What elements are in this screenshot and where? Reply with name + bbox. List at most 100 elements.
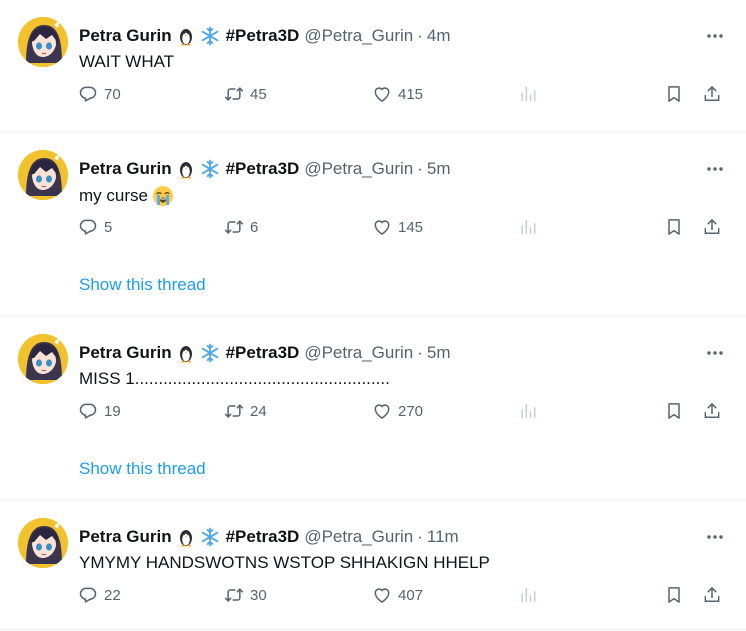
bookmark-icon (664, 585, 684, 605)
reply-count: 70 (104, 85, 121, 103)
loudly-crying-face-icon (152, 185, 174, 207)
views-button[interactable] (518, 82, 538, 106)
penguin-icon (176, 26, 196, 46)
share-icon (702, 401, 722, 421)
display-name[interactable]: Petra Gurin (79, 26, 172, 46)
tweet-text: my curse (79, 185, 174, 207)
show-thread-link[interactable]: Show this thread (79, 459, 206, 479)
tweet-text-content: YMYMY HANDSWOTNS WSTOP SHHAKIGN HHELP (79, 553, 490, 572)
reply-count: 22 (104, 586, 121, 604)
retweet-button[interactable]: 24 (224, 399, 267, 423)
like-icon (372, 401, 392, 421)
like-icon (372, 84, 392, 104)
views-icon (518, 401, 538, 421)
reply-count: 5 (104, 218, 113, 236)
tweet[interactable]: Petra Gurin #Petra3D @Petra_Gurin · 5m m… (0, 133, 746, 317)
like-button[interactable]: 270 (372, 399, 423, 423)
penguin-icon (176, 527, 196, 547)
more-icon[interactable] (702, 341, 728, 365)
user-handle[interactable]: @Petra_Gurin (304, 527, 413, 547)
separator: · (417, 527, 423, 546)
tweet[interactable]: Petra Gurin #Petra3D @Petra_Gurin · 11m … (0, 501, 746, 630)
display-name[interactable]: Petra Gurin (79, 159, 172, 179)
separator: · (417, 159, 423, 178)
like-button[interactable]: 415 (372, 82, 423, 106)
separator: · (417, 343, 423, 362)
retweet-icon (224, 585, 244, 605)
timestamp[interactable]: 4m (427, 26, 451, 46)
user-handle[interactable]: @Petra_Gurin (304, 343, 413, 363)
like-icon (372, 217, 392, 237)
retweet-button[interactable]: 30 (224, 583, 267, 607)
reply-icon (78, 585, 98, 605)
share-button[interactable] (702, 82, 722, 106)
display-name[interactable]: Petra Gurin (79, 527, 172, 547)
tweet-text: MISS 1..................................… (79, 369, 390, 389)
views-button[interactable] (518, 215, 538, 239)
snowflake-icon (200, 26, 220, 46)
tweet[interactable]: Petra Gurin #Petra3D @Petra_Gurin · 5m M… (0, 317, 746, 501)
like-count: 415 (398, 85, 424, 103)
user-handle[interactable]: @Petra_Gurin (304, 26, 413, 46)
display-name[interactable]: Petra Gurin (79, 343, 172, 363)
views-icon (518, 84, 538, 104)
views-button[interactable] (518, 583, 538, 607)
more-icon[interactable] (702, 157, 728, 181)
separator: · (417, 26, 423, 45)
retweet-count: 30 (250, 586, 267, 604)
reply-button[interactable]: 70 (78, 82, 121, 106)
bookmark-button[interactable] (664, 215, 684, 239)
views-icon (518, 217, 538, 237)
timestamp[interactable]: 5m (427, 159, 451, 179)
share-icon (702, 84, 722, 104)
like-count: 407 (398, 586, 424, 604)
penguin-icon (176, 159, 196, 179)
retweet-button[interactable]: 45 (224, 82, 267, 106)
timestamp[interactable]: 5m (427, 343, 451, 363)
share-icon (702, 585, 722, 605)
more-icon[interactable] (702, 525, 728, 549)
views-button[interactable] (518, 399, 538, 423)
avatar[interactable] (18, 17, 68, 67)
like-button[interactable]: 407 (372, 583, 423, 607)
reply-icon (78, 84, 98, 104)
retweet-count: 24 (250, 402, 267, 420)
like-button[interactable]: 145 (372, 215, 423, 239)
show-thread-link[interactable]: Show this thread (79, 275, 206, 295)
share-icon (702, 217, 722, 237)
snowflake-icon (200, 159, 220, 179)
retweet-icon (224, 217, 244, 237)
reply-button[interactable]: 19 (78, 399, 121, 423)
tweet-text: WAIT WHAT (79, 52, 174, 72)
reply-button[interactable]: 5 (78, 215, 112, 239)
hashtag[interactable]: #Petra3D (226, 26, 300, 46)
retweet-icon (224, 84, 244, 104)
retweet-button[interactable]: 6 (224, 215, 258, 239)
views-icon (518, 585, 538, 605)
bookmark-button[interactable] (664, 399, 684, 423)
avatar[interactable] (18, 518, 68, 568)
bookmark-icon (664, 217, 684, 237)
hashtag[interactable]: #Petra3D (226, 343, 300, 363)
avatar[interactable] (18, 334, 68, 384)
reply-icon (78, 217, 98, 237)
tweet-actions: 5 6 145 (78, 215, 738, 239)
more-icon[interactable] (702, 24, 728, 48)
timestamp[interactable]: 11m (427, 527, 459, 547)
hashtag[interactable]: #Petra3D (226, 527, 300, 547)
bookmark-button[interactable] (664, 583, 684, 607)
share-button[interactable] (702, 583, 722, 607)
tweet[interactable]: Petra Gurin #Petra3D @Petra_Gurin · 4m W… (0, 0, 746, 133)
tweet-text: YMYMY HANDSWOTNS WSTOP SHHAKIGN HHELP (79, 553, 490, 573)
share-button[interactable] (702, 215, 722, 239)
bookmark-button[interactable] (664, 82, 684, 106)
reply-button[interactable]: 22 (78, 583, 121, 607)
tweet-actions: 70 45 415 (78, 82, 738, 106)
user-handle[interactable]: @Petra_Gurin (304, 159, 413, 179)
hashtag[interactable]: #Petra3D (226, 159, 300, 179)
avatar[interactable] (18, 150, 68, 200)
share-button[interactable] (702, 399, 722, 423)
tweet-actions: 19 24 270 (78, 399, 738, 423)
reply-icon (78, 401, 98, 421)
retweet-icon (224, 401, 244, 421)
